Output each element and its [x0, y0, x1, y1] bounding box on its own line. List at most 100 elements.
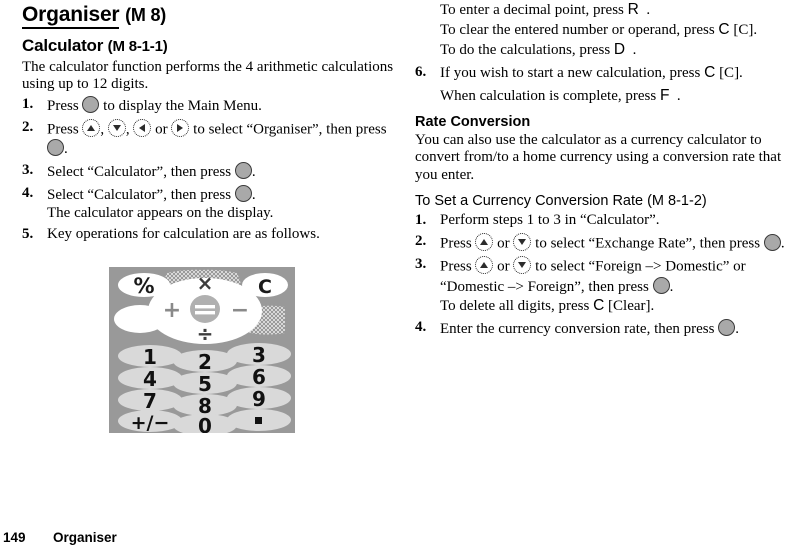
step-1-text-after: to display the Main Menu. — [103, 97, 262, 114]
step-5-text: Key operations for calculation are as fo… — [47, 226, 320, 243]
rate-step-3-subtext: To delete all digits, press C [Clear]. — [415, 297, 788, 316]
page-title: Organiser (M 8) — [22, 2, 394, 29]
step-2-text-before: Press — [47, 121, 79, 138]
rate-step-3-text-before: Press — [440, 258, 472, 275]
step-1: 1. Press to display the Main Menu. — [22, 95, 394, 116]
step-6-sub-after: . — [676, 88, 681, 105]
rate-step-4: 4. Enter the currency conversion rate, th… — [415, 319, 788, 339]
up-key-icon — [475, 233, 494, 251]
rate-step-3-sub-before: To delete all digits, press — [440, 298, 590, 315]
svg-text:0: 0 — [198, 414, 212, 433]
step-5-number: 5. — [22, 226, 34, 243]
select-key-icon — [234, 184, 252, 202]
step-1-text-before: Press — [47, 97, 79, 114]
right-column: To enter a decimal point, press R . To c… — [415, 0, 788, 339]
step-4: 4. Select “Calculator”, then press . — [22, 184, 394, 205]
rate-step-3: 3. Press or to select “Foreign –> Domesti… — [415, 256, 788, 296]
step-3-text-before: Select “Calculator”, then press — [47, 163, 232, 180]
rate-step-1-number: 1. — [415, 212, 427, 229]
step-2-number: 2. — [22, 118, 34, 135]
step-6: 6. If you wish to start a new calculation… — [415, 64, 788, 83]
page-title-main: Organiser — [22, 3, 120, 29]
calculator-keypad-diagram: % C × ÷ + − 1 2 3 4 5 6 7 8 9 +/− 0 — [109, 267, 295, 433]
step-6-sub-before: When calculation is complete, press — [440, 88, 657, 105]
step-3-number: 3. — [22, 161, 34, 178]
svg-text:5: 5 — [198, 372, 212, 396]
rate-step-2-text-before: Press — [440, 235, 472, 252]
step-2-text-middle: to select “Organiser”, then press — [193, 121, 387, 138]
select-key-icon — [47, 138, 64, 156]
rate-step-2-text-middle: to select “Exchange Rate”, then press — [535, 235, 761, 252]
rate-step-3-number: 3. — [415, 256, 427, 273]
step-4-text-before: Select “Calculator”, then press — [47, 186, 232, 203]
section-heading-calculator: Calculator (M 8-1-1) — [22, 35, 394, 57]
manual-page: Organiser (M 8) Calculator (M 8-1-1) The… — [0, 0, 788, 554]
page-footer: 149 Organiser — [0, 528, 788, 548]
rate-step-3-or: or — [497, 258, 510, 275]
rate-conversion-heading: Rate Conversion — [415, 113, 531, 130]
select-key-icon — [82, 95, 100, 113]
step-2: 2. Press , , or to select “Organiser”, th… — [22, 118, 394, 159]
svg-text:×: × — [197, 271, 214, 295]
up-key-icon — [82, 118, 101, 137]
rate-step-2: 2. Press or to select “Exchange Rate”, th… — [415, 233, 788, 253]
step-6-number: 6. — [415, 64, 427, 81]
rate-step-3-sub-after: [Clear]. — [608, 298, 655, 315]
set-conversion-rate-subheading: To Set a Currency Conversion Rate (M 8-1… — [415, 193, 707, 210]
rate-step-2-text-end: . — [780, 235, 785, 252]
step-2-sep-2: , — [125, 121, 130, 138]
step-1-number: 1. — [22, 95, 34, 112]
svg-text:7: 7 — [143, 389, 157, 413]
step-2-sep-1: , — [100, 121, 105, 138]
up-key-icon — [475, 256, 494, 275]
step-3: 3. Select “Calculator”, then press . — [22, 161, 394, 182]
svg-text:3: 3 — [252, 343, 266, 367]
svg-text:4: 4 — [143, 367, 157, 391]
select-key-icon — [718, 319, 736, 337]
section-heading-main: Calculator — [22, 36, 104, 55]
substep-decimal-text-after: . — [646, 2, 651, 18]
right-key-icon — [171, 118, 190, 137]
substep-do-calculation: To do the calculations, press D . — [415, 41, 788, 60]
step-2-text-end: . — [64, 140, 68, 157]
step-3-text-after: . — [251, 163, 256, 180]
svg-text:6: 6 — [252, 365, 266, 389]
rate-step-2-number: 2. — [415, 233, 427, 249]
substep-calc-text-before: To do the calculations, press — [440, 41, 611, 58]
down-key-icon — [513, 256, 532, 275]
substep-clear-text-after: [C]. — [733, 21, 758, 38]
svg-text:−: − — [231, 298, 249, 323]
substep-clear-entry: To clear the entered number or operand, … — [415, 21, 788, 40]
page-title-code: (M 8) — [125, 5, 167, 25]
substep-calc-text-after: . — [632, 41, 637, 58]
footer-section-name: Organiser — [53, 530, 117, 545]
svg-text:1: 1 — [143, 345, 157, 369]
down-key-icon — [513, 233, 532, 251]
rate-step-3-text-end: . — [669, 278, 674, 295]
section-heading-code: (M 8-1-1) — [107, 38, 168, 55]
rate-conversion-intro: You can also use the calculator as a cur… — [415, 131, 782, 183]
rate-step-4-number: 4. — [415, 319, 427, 336]
step-6-subtext: When calculation is complete, press F . — [415, 87, 788, 106]
rate-step-2-or: or — [497, 235, 510, 252]
down-key-icon — [107, 118, 126, 137]
rate-step-1-text: Perform steps 1 to 3 in “Calculator”. — [440, 212, 660, 229]
svg-text:C: C — [258, 276, 272, 298]
substep-decimal-point: To enter a decimal point, press R . — [415, 1, 788, 20]
step-4-subtext: The calculator appears on the display. — [47, 205, 274, 222]
select-key-icon — [234, 161, 252, 179]
svg-text:÷: ÷ — [197, 322, 214, 346]
step-6-text-after: [C]. — [719, 65, 743, 82]
svg-text:%: % — [133, 274, 154, 298]
select-key-icon — [763, 233, 781, 251]
new-calc-key-icon: C — [704, 64, 716, 82]
left-column: Organiser (M 8) Calculator (M 8-1-1) The… — [22, 0, 394, 244]
svg-text:9: 9 — [252, 387, 266, 411]
substep-decimal-text-before: To enter a decimal point, press — [440, 2, 624, 18]
select-key-icon — [652, 276, 670, 294]
decimal-key-icon: R — [627, 1, 639, 18]
calculate-key-icon: D — [613, 40, 626, 58]
footer-page-number: 149 — [3, 530, 26, 545]
step-6-text-before: If you wish to start a new calculation, … — [440, 65, 701, 82]
step-2-sep-3: or — [155, 121, 168, 138]
